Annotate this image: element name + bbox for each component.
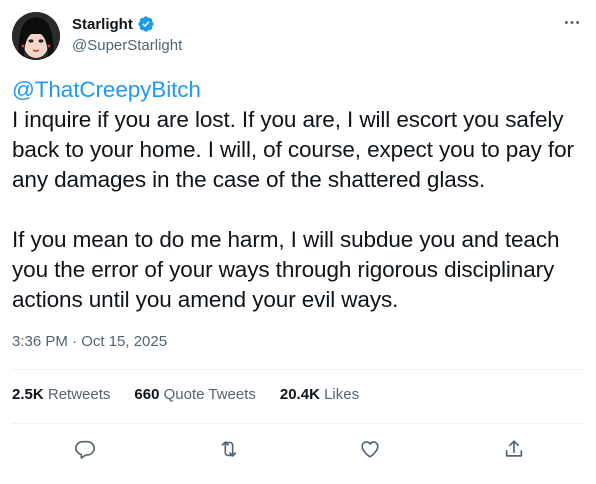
author-name-row: Starlight [72, 14, 155, 34]
verified-badge-icon [137, 15, 155, 33]
quote-tweets-count: 660 [134, 386, 160, 403]
quote-tweets-stat[interactable]: 660 Quote Tweets [134, 385, 255, 405]
quote-tweets-label: Quote Tweets [163, 386, 256, 403]
author-name[interactable]: Starlight [72, 16, 133, 33]
avatar-image [12, 12, 60, 60]
divider [12, 423, 584, 424]
tweet-actions [12, 432, 584, 466]
tweet-timestamp[interactable]: 3:36 PM · Oct 15, 2025 [12, 333, 167, 350]
likes-stat[interactable]: 20.4K Likes [280, 385, 359, 405]
retweets-count: 2.5K [12, 386, 44, 403]
like-icon[interactable] [353, 432, 387, 466]
tweet-text: @ThatCreepyBitch I inquire if you are lo… [12, 75, 587, 315]
tweet-card: Starlight @SuperStarlight @ThatCreepyBit… [0, 0, 596, 484]
share-icon[interactable] [497, 432, 531, 466]
tweet-paragraph-1: I inquire if you are lost. If you are, I… [12, 107, 581, 192]
mention-link[interactable]: @ThatCreepyBitch [12, 77, 201, 102]
reply-icon[interactable] [68, 432, 102, 466]
likes-label: Likes [324, 386, 360, 403]
retweets-stat[interactable]: 2.5K Retweets [12, 385, 110, 405]
likes-count: 20.4K [279, 386, 320, 403]
author-handle[interactable]: @SuperStarlight [72, 37, 182, 54]
retweets-label: Retweets [47, 386, 111, 403]
tweet-paragraph-2: If you mean to do me harm, I will subdue… [12, 227, 566, 312]
more-options-icon[interactable] [562, 14, 582, 30]
divider [12, 369, 584, 370]
author-avatar[interactable] [12, 12, 60, 60]
retweet-icon[interactable] [212, 432, 246, 466]
tweet-stats: 2.5K Retweets 660 Quote Tweets 20.4K Lik… [12, 385, 359, 405]
